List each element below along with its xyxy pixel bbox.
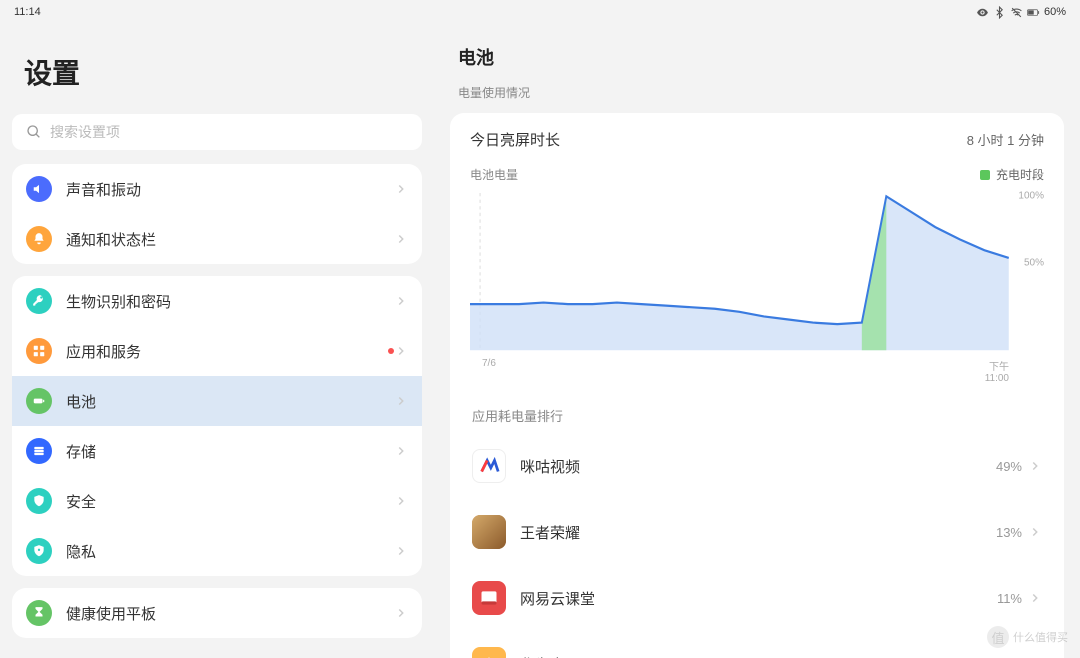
app-row[interactable]: 华为桌面 (470, 631, 1044, 658)
app-row[interactable]: 王者荣耀 13% (470, 499, 1044, 565)
chevron-right-icon (394, 182, 408, 196)
sidebar-item-shield2[interactable]: 隐私 (12, 526, 422, 576)
chevron-right-icon (394, 606, 408, 620)
app-name: 华为桌面 (520, 654, 1022, 658)
sidebar-item-shield[interactable]: 安全 (12, 476, 422, 526)
sidebar-item-label: 声音和振动 (66, 179, 394, 200)
x-end-bot: 11:00 (985, 373, 1009, 384)
sidebar-item-battery[interactable]: 电池 (12, 376, 422, 426)
app-percent: 11% (997, 591, 1022, 606)
sidebar-item-label: 隐私 (66, 541, 394, 562)
chevron-right-icon (394, 544, 408, 558)
bell-icon (26, 226, 52, 252)
chevron-right-icon (394, 494, 408, 508)
sidebar-item-key[interactable]: 生物识别和密码 (12, 276, 422, 326)
sidebar-item-grid[interactable]: 应用和服务 (12, 326, 422, 376)
grid-icon (26, 338, 52, 364)
key-icon (26, 288, 52, 314)
page-title: 设置 (12, 22, 422, 114)
chevron-right-icon (394, 444, 408, 458)
chevron-right-icon (1028, 525, 1042, 539)
app-name: 网易云课堂 (520, 588, 997, 609)
sidebar-item-stack[interactable]: 存储 (12, 426, 422, 476)
app-name: 咪咕视频 (520, 456, 996, 477)
sidebar-item-hourglass[interactable]: 健康使用平板 (12, 588, 422, 638)
screen-on-label: 今日亮屏时长 (470, 129, 560, 150)
bluetooth-icon (993, 6, 1006, 19)
app-name: 王者荣耀 (520, 522, 996, 543)
shield2-icon (26, 538, 52, 564)
sidebar-item-label: 电池 (66, 391, 394, 412)
app-row[interactable]: 咪咕视频 49% (470, 433, 1044, 499)
sidebar-item-label: 通知和状态栏 (66, 229, 394, 250)
sidebar-item-label: 健康使用平板 (66, 603, 394, 624)
chart-title: 电池电量 (470, 166, 518, 183)
sidebar-item-label: 安全 (66, 491, 394, 512)
battery-chart: 100% 50% (470, 193, 1044, 358)
battery-icon (26, 388, 52, 414)
app-percent: 13% (996, 525, 1022, 540)
sidebar-item-label: 存储 (66, 441, 394, 462)
app-row[interactable]: 网易云课堂 11% (470, 565, 1044, 631)
chevron-right-icon (394, 394, 408, 408)
chevron-right-icon (1028, 591, 1042, 605)
sidebar-item-volume[interactable]: 声音和振动 (12, 164, 422, 214)
chevron-right-icon (394, 232, 408, 246)
status-icons: 60% (976, 6, 1066, 19)
sidebar-item-label: 应用和服务 (66, 341, 380, 362)
chevron-right-icon (394, 294, 408, 308)
battery-icon (1027, 6, 1040, 19)
stack-icon (26, 438, 52, 464)
search-input[interactable] (50, 124, 408, 140)
status-time: 11:14 (14, 6, 41, 18)
volume-icon (26, 176, 52, 202)
main-title: 电池 (450, 22, 1064, 84)
app-icon (472, 515, 506, 549)
x-start: 7/6 (482, 358, 496, 384)
wifi-off-icon (1010, 6, 1023, 19)
sidebar-item-bell[interactable]: 通知和状态栏 (12, 214, 422, 264)
chart-legend: 充电时段 (980, 166, 1044, 183)
app-percent: 49% (996, 459, 1022, 474)
rank-title: 应用耗电量排行 (470, 406, 1044, 425)
watermark: 值什么值得买 (987, 626, 1068, 648)
sidebar-item-label: 生物识别和密码 (66, 291, 394, 312)
chevron-right-icon (394, 344, 408, 358)
shield-icon (26, 488, 52, 514)
app-icon (472, 581, 506, 615)
screen-on-value: 8 小时 1 分钟 (967, 130, 1044, 149)
battery-percent: 60% (1044, 6, 1066, 18)
x-end-top: 下午 (989, 362, 1009, 373)
search-box[interactable] (12, 114, 422, 150)
legend-swatch (980, 170, 990, 180)
chevron-right-icon (1028, 459, 1042, 473)
hourglass-icon (26, 600, 52, 626)
search-icon (26, 124, 42, 140)
usage-subtitle: 电量使用情况 (450, 84, 1064, 113)
app-icon (472, 449, 506, 483)
eye-icon (976, 6, 989, 19)
app-icon (472, 647, 506, 658)
